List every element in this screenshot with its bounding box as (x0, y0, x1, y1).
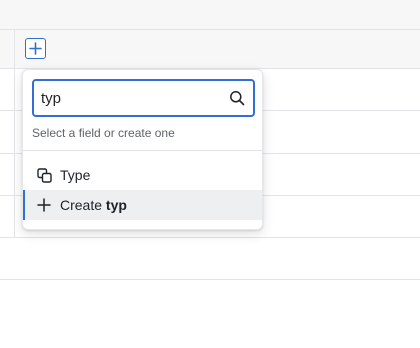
plus-icon (36, 197, 52, 213)
plus-icon (29, 42, 42, 55)
picker-hint: Select a field or create one (32, 126, 175, 140)
menu-item-label: Create typ (60, 197, 127, 213)
menu-item-create-field[interactable]: Create typ (23, 190, 262, 220)
create-query: typ (105, 197, 127, 213)
search-input[interactable] (34, 81, 214, 115)
divider (23, 150, 262, 151)
table-header-row (0, 0, 420, 68)
copy-icon (36, 167, 52, 183)
row-divider (0, 237, 420, 238)
menu-item-type[interactable]: Type (23, 160, 262, 190)
add-field-button[interactable] (25, 38, 46, 59)
field-picker-popup: Select a field or create one Type Create… (22, 69, 263, 230)
create-prefix: Create (60, 197, 106, 213)
row-divider (0, 279, 420, 280)
row-divider (0, 29, 420, 30)
search-field[interactable] (32, 79, 255, 117)
menu-item-label: Type (60, 167, 91, 183)
search-icon[interactable] (229, 90, 245, 106)
column-divider (14, 29, 15, 237)
